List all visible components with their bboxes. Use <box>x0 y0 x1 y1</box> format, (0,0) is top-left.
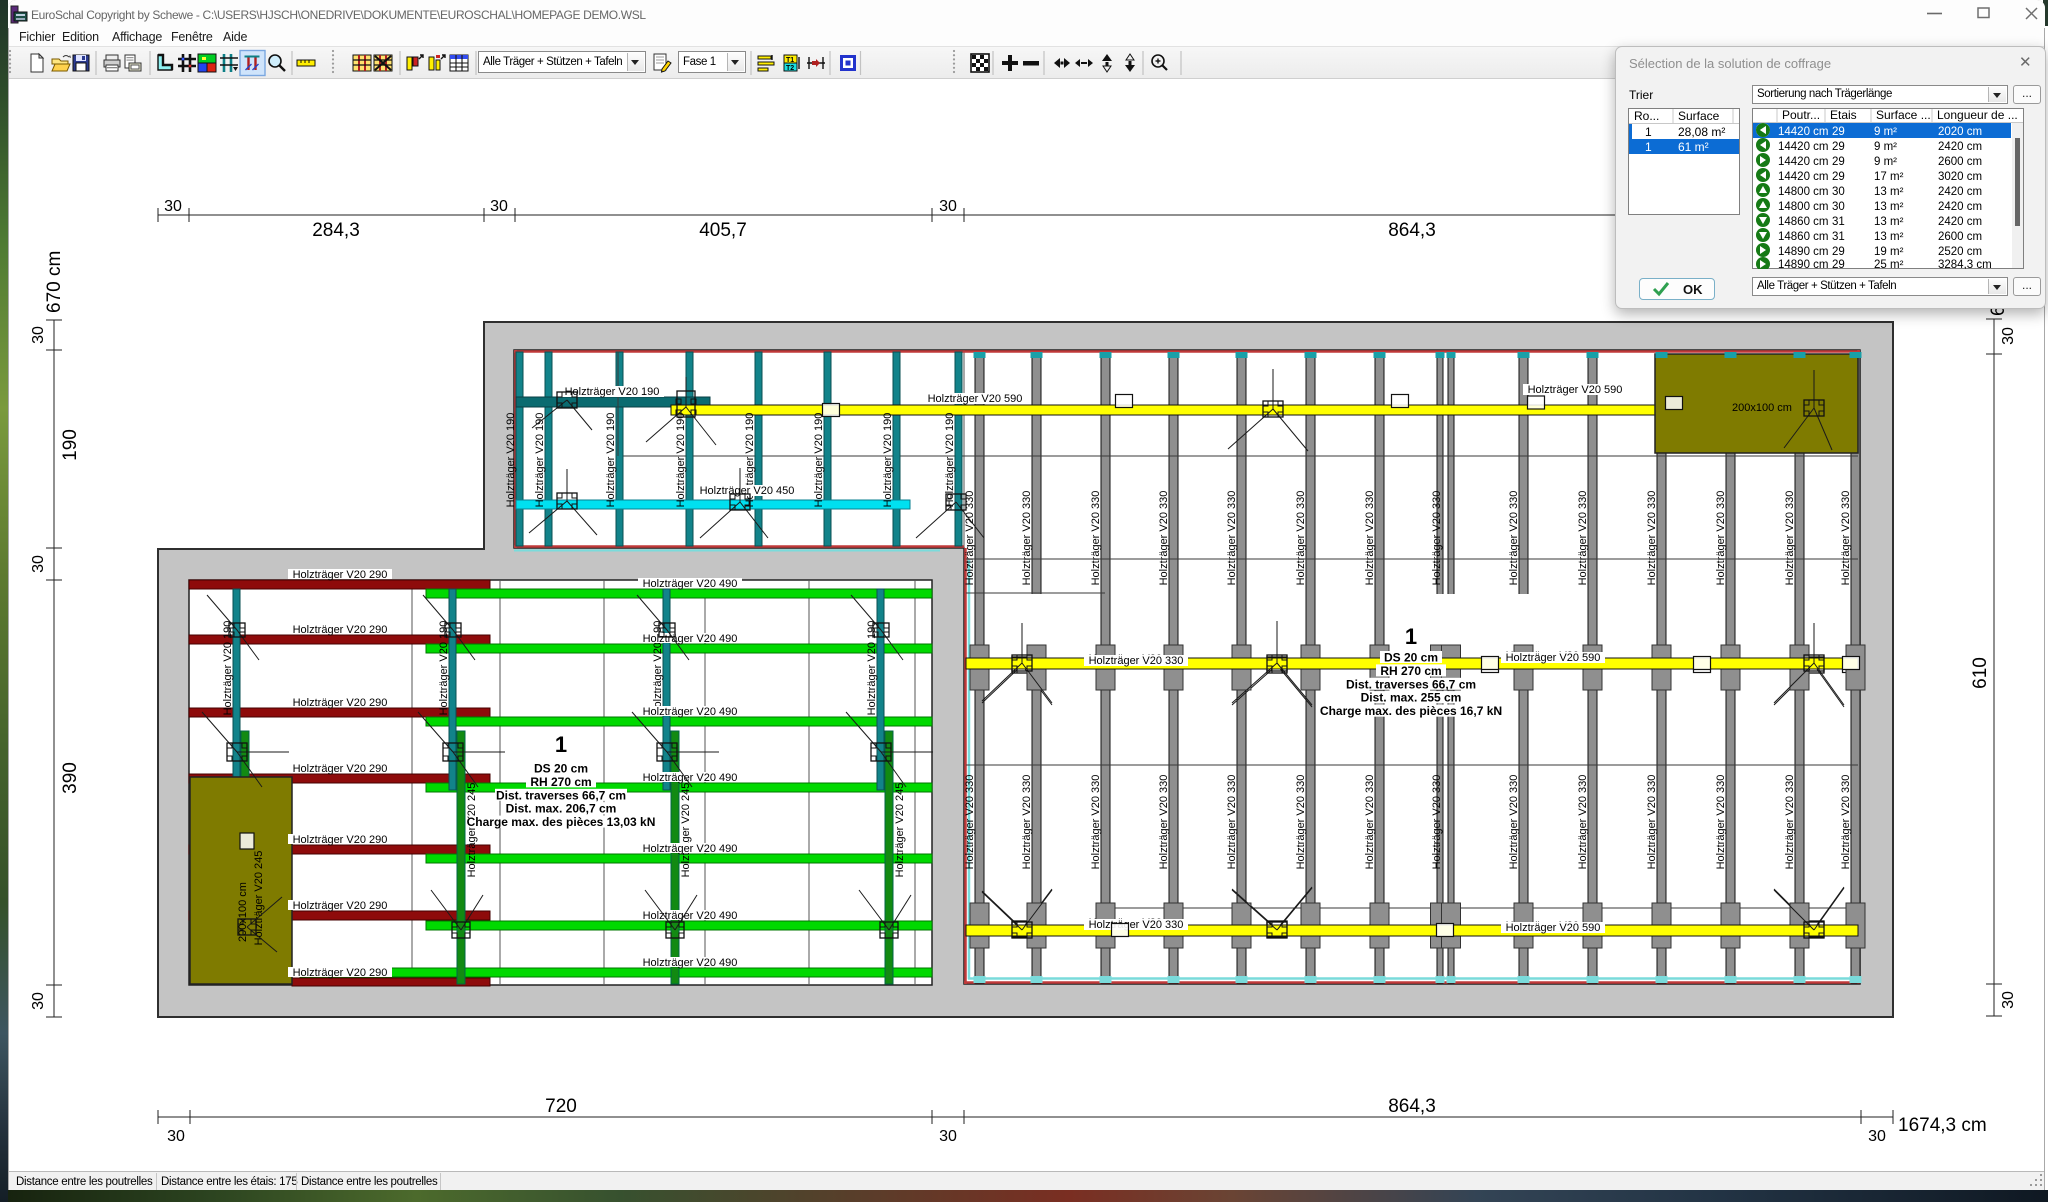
svg-text:1: 1 <box>1645 140 1652 154</box>
svg-text:13 m²: 13 m² <box>1874 231 1904 243</box>
svg-text:14420 cm: 14420 cm <box>1778 171 1829 183</box>
svg-text:14800 cm: 14800 cm <box>1778 186 1829 198</box>
svg-text:RH 270 cm: RH 270 cm <box>1380 664 1441 678</box>
svg-text:13 m²: 13 m² <box>1874 201 1904 213</box>
svg-text:3020 cm: 3020 cm <box>1938 171 1982 183</box>
svg-text:Dist. max. 255 cm: Dist. max. 255 cm <box>1361 691 1462 705</box>
svg-text:Holzträger V20 330: Holzträger V20 330 <box>1089 655 1184 667</box>
svg-text:2420 cm: 2420 cm <box>1938 201 1982 213</box>
svg-text:31: 31 <box>1832 216 1845 228</box>
svg-text:Poutr...: Poutr... <box>1782 108 1820 122</box>
svg-text:Dist. traverses 66,7 cm: Dist. traverses 66,7 cm <box>1346 677 1476 691</box>
svg-text:30: 30 <box>1832 201 1845 213</box>
svg-text:1: 1 <box>1645 125 1652 139</box>
svg-text:2420 cm: 2420 cm <box>1938 186 1982 198</box>
svg-text:29: 29 <box>1832 171 1845 183</box>
svg-text:25 m²: 25 m² <box>1874 259 1904 269</box>
svg-text:Holzträger V20 590: Holzträger V20 590 <box>1506 652 1601 664</box>
svg-text:30: 30 <box>1832 186 1845 198</box>
svg-text:2600 cm: 2600 cm <box>1938 156 1982 168</box>
svg-text:13 m²: 13 m² <box>1874 186 1904 198</box>
svg-text:2520 cm: 2520 cm <box>1938 246 1982 258</box>
svg-text:T2: T2 <box>786 65 794 72</box>
svg-text:1: 1 <box>1405 624 1417 649</box>
svg-text:61 m²: 61 m² <box>1678 140 1709 154</box>
svg-text:Charge max. des pièces 16,7 kN: Charge max. des pièces 16,7 kN <box>1320 704 1502 718</box>
svg-text:9 m²: 9 m² <box>1874 156 1897 168</box>
svg-text:Surface ...: Surface ... <box>1876 108 1931 122</box>
svg-text:OK: OK <box>1683 282 1703 297</box>
svg-text:3284,3 cm: 3284,3 cm <box>1938 259 1992 269</box>
svg-text:14420 cm: 14420 cm <box>1778 156 1829 168</box>
svg-text:28,08 m²: 28,08 m² <box>1678 125 1725 139</box>
svg-text:29: 29 <box>1832 156 1845 168</box>
svg-text:31: 31 <box>1832 231 1845 243</box>
svg-text:29: 29 <box>1832 141 1845 153</box>
svg-text:Ro...: Ro... <box>1634 109 1659 123</box>
svg-text:29: 29 <box>1832 246 1845 258</box>
svg-text:14860 cm: 14860 cm <box>1778 231 1829 243</box>
svg-text:2420 cm: 2420 cm <box>1938 216 1982 228</box>
svg-text:14800 cm: 14800 cm <box>1778 201 1829 213</box>
svg-text:2420 cm: 2420 cm <box>1938 141 1982 153</box>
svg-text:19 m²: 19 m² <box>1874 246 1904 258</box>
svg-text:14860 cm: 14860 cm <box>1778 216 1829 228</box>
svg-text:17 m²: 17 m² <box>1874 171 1904 183</box>
svg-text:Surface: Surface <box>1678 109 1720 123</box>
svg-text:29: 29 <box>1832 259 1845 269</box>
svg-text:Etais: Etais <box>1830 108 1857 122</box>
svg-text:14890 cm: 14890 cm <box>1778 246 1829 258</box>
svg-text:14420 cm: 14420 cm <box>1778 126 1829 138</box>
svg-text:2020 cm: 2020 cm <box>1938 126 1982 138</box>
svg-text:9 m²: 9 m² <box>1874 126 1897 138</box>
svg-text:Holzträger V20 590: Holzträger V20 590 <box>1506 922 1601 934</box>
svg-text:2600 cm: 2600 cm <box>1938 231 1982 243</box>
svg-text:29: 29 <box>1832 126 1845 138</box>
svg-text:9 m²: 9 m² <box>1874 141 1897 153</box>
svg-text:Longueur de ...: Longueur de ... <box>1937 108 2018 122</box>
svg-text:Holzträger V20 330: Holzträger V20 330 <box>1089 919 1184 931</box>
svg-text:14420 cm: 14420 cm <box>1778 141 1829 153</box>
svg-text:14890 cm: 14890 cm <box>1778 259 1829 269</box>
svg-text:T1: T1 <box>786 57 794 64</box>
svg-text:DS 20 cm: DS 20 cm <box>1384 651 1438 665</box>
svg-text:13 m²: 13 m² <box>1874 216 1904 228</box>
